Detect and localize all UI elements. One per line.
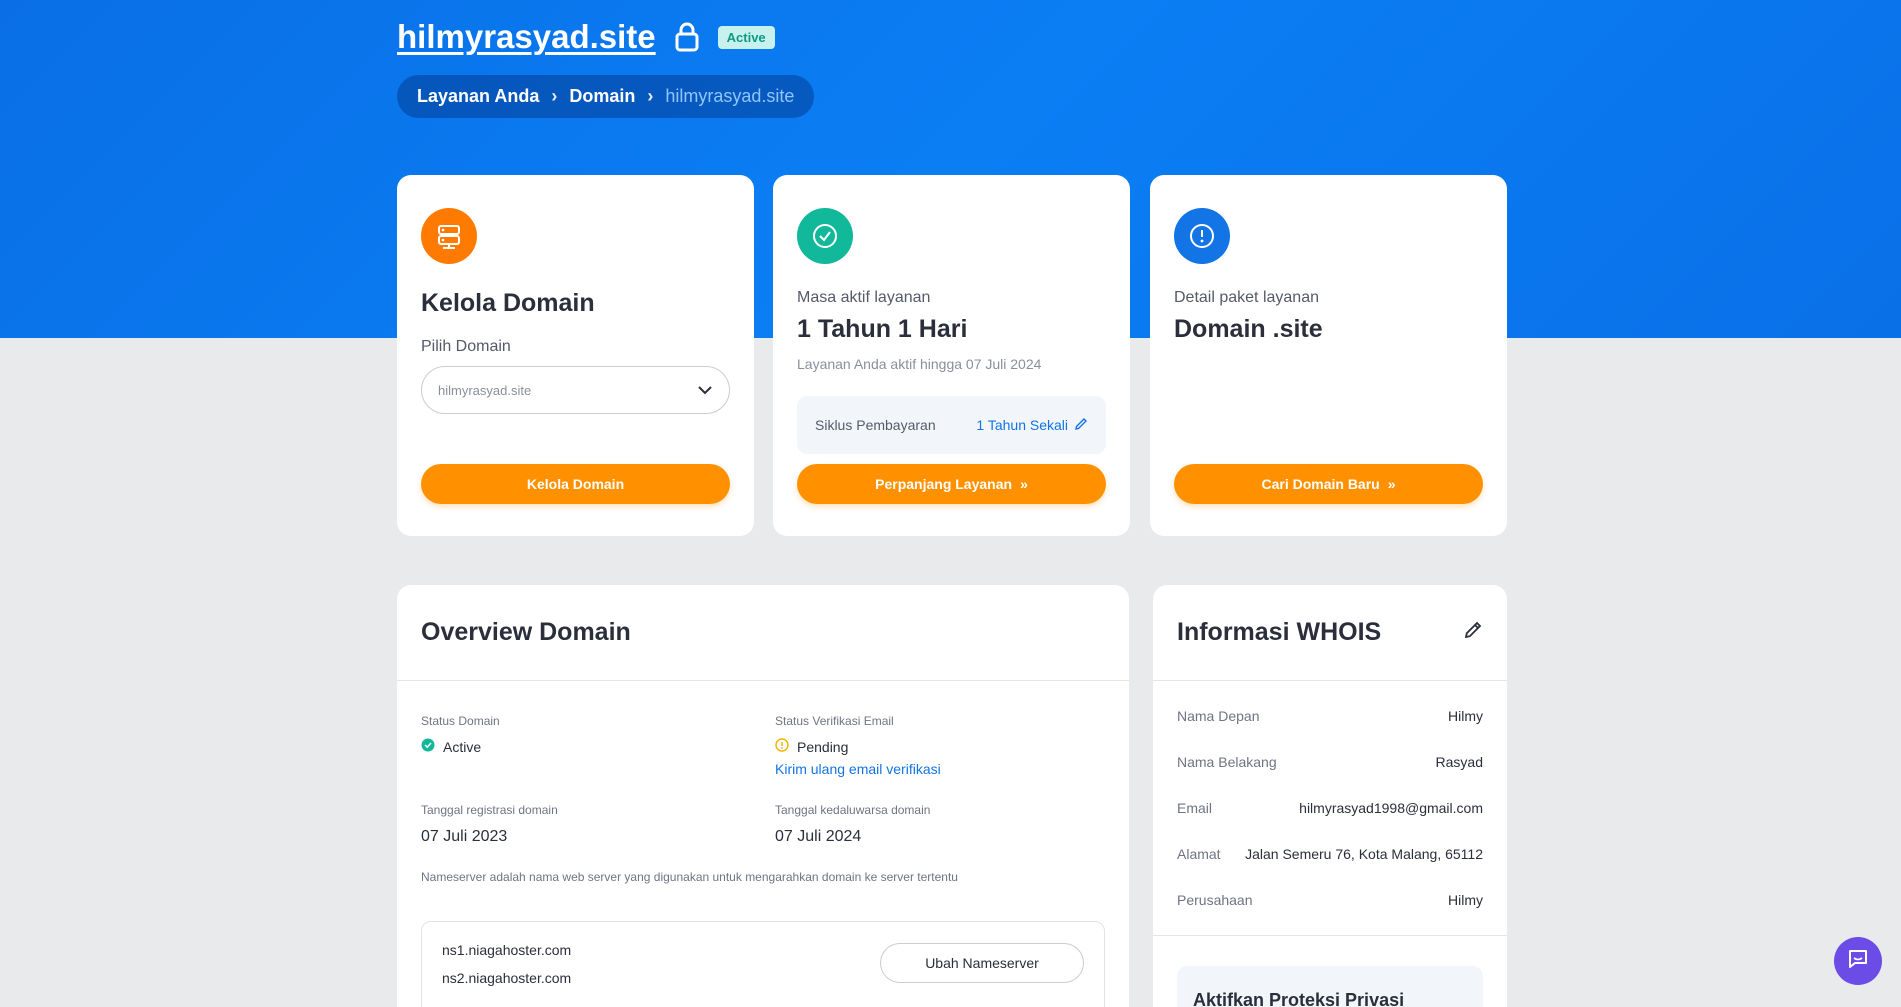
whois-title: Informasi WHOIS	[1177, 618, 1382, 646]
email-status-label: Status Verifikasi Email	[775, 714, 894, 728]
chevron-right-icon: ›	[647, 86, 654, 106]
registration-date: Tanggal registrasi domain 07 Juli 2023	[421, 803, 761, 846]
billing-cycle-label: Siklus Pembayaran	[815, 417, 936, 433]
whois-label: Perusahaan	[1177, 892, 1253, 908]
double-chevron-right-icon: »	[1020, 476, 1028, 492]
billing-cycle-box: Siklus Pembayaran 1 Tahun Sekali	[797, 396, 1106, 454]
package-label: Detail paket layanan	[1174, 289, 1319, 306]
registration-date-value: 07 Juli 2023	[421, 828, 508, 845]
expiration-date: Tanggal kedaluwarsa domain 07 Juli 2024	[775, 803, 1115, 846]
breadcrumb-item-domain[interactable]: Domain	[569, 86, 635, 107]
whois-card: Informasi WHOIS Nama Depan Hilmy Nama Be…	[1153, 585, 1507, 1007]
domain-select-value: hilmyrasyad.site	[438, 382, 532, 398]
breadcrumb-item-current: hilmyrasyad.site	[665, 86, 795, 106]
server-icon	[421, 208, 477, 264]
email-verification-status: Status Verifikasi Email Pending Kirim ul…	[775, 714, 1115, 777]
chat-icon	[1846, 947, 1870, 976]
billing-cycle-value: 1 Tahun Sekali	[976, 417, 1068, 433]
overview-domain-card: Overview Domain Status Domain Active Sta…	[397, 585, 1129, 1007]
active-period-note: Layanan Anda aktif hingga 07 Juli 2024	[797, 356, 1042, 372]
find-new-domain-button-label: Cari Domain Baru	[1261, 476, 1380, 492]
manage-domain-button[interactable]: Kelola Domain	[421, 464, 730, 504]
privacy-protection-title: Aktifkan Proteksi Privasi	[1193, 990, 1405, 1007]
nameserver-box: ns1.niagahoster.com ns2.niagahoster.com …	[421, 921, 1105, 1007]
status-badge: Active	[717, 25, 775, 49]
lock-icon	[674, 22, 700, 52]
site-title[interactable]: hilmyrasyad.site	[397, 18, 656, 56]
domain-status: Status Domain Active	[421, 714, 761, 755]
package-value: Domain .site	[1174, 315, 1323, 343]
overview-title: Overview Domain	[397, 585, 1129, 681]
title-row: hilmyrasyad.site Active	[397, 18, 775, 56]
pencil-icon[interactable]	[1463, 618, 1483, 647]
find-new-domain-button[interactable]: Cari Domain Baru »	[1174, 464, 1483, 504]
active-period-label: Masa aktif layanan	[797, 289, 931, 306]
domain-status-label: Status Domain	[421, 714, 500, 728]
manage-domain-button-label: Kelola Domain	[526, 476, 625, 492]
expiration-date-label: Tanggal kedaluwarsa domain	[775, 803, 931, 817]
whois-value: Hilmy	[1448, 708, 1483, 724]
chevron-down-icon	[697, 383, 713, 398]
billing-cycle-edit[interactable]: 1 Tahun Sekali	[976, 417, 1088, 434]
whois-value: Rasyad	[1435, 754, 1483, 770]
whois-rows: Nama Depan Hilmy Nama Belakang Rasyad Em…	[1153, 681, 1507, 936]
email-status-row: Pending	[775, 738, 1115, 755]
whois-row-address: Alamat Jalan Semeru 76, Kota Malang, 651…	[1177, 831, 1483, 877]
whois-row-last-name: Nama Belakang Rasyad	[1177, 739, 1483, 785]
domain-select[interactable]: hilmyrasyad.site	[421, 366, 730, 414]
whois-header: Informasi WHOIS	[1153, 585, 1507, 681]
check-circle-icon	[797, 208, 853, 264]
card-title: Kelola Domain	[421, 289, 595, 317]
select-label: Pilih Domain	[421, 338, 511, 355]
chevron-right-icon: ›	[551, 86, 558, 106]
whois-row-first-name: Nama Depan Hilmy	[1177, 693, 1483, 739]
renew-service-button-label: Perpanjang Layanan	[875, 476, 1013, 492]
whois-row-email: Email hilmyrasyad1998@gmail.com	[1177, 785, 1483, 831]
expiration-date-value: 07 Juli 2024	[775, 828, 862, 845]
pencil-icon	[1074, 417, 1088, 434]
resend-verification-link[interactable]: Kirim ulang email verifikasi	[775, 761, 1115, 777]
domain-status-value: Active	[443, 738, 482, 755]
active-period-card: Masa aktif layanan 1 Tahun 1 Hari Layana…	[773, 175, 1130, 536]
whois-row-company: Perusahaan Hilmy	[1177, 877, 1483, 923]
whois-label: Nama Belakang	[1177, 754, 1277, 770]
alert-circle-icon	[1174, 208, 1230, 264]
privacy-protection-box[interactable]: Aktifkan Proteksi Privasi	[1177, 966, 1483, 1007]
package-detail-card: Detail paket layanan Domain .site Cari D…	[1150, 175, 1507, 536]
registration-date-label: Tanggal registrasi domain	[421, 803, 558, 817]
warning-circle-icon	[775, 738, 789, 755]
breadcrumb: Layanan Anda › Domain › hilmyrasyad.site	[397, 75, 815, 118]
manage-domain-card: Kelola Domain Pilih Domain hilmyrasyad.s…	[397, 175, 754, 536]
whois-value: hilmyrasyad1998@gmail.com	[1299, 800, 1483, 816]
whois-label: Nama Depan	[1177, 708, 1260, 724]
renew-service-button[interactable]: Perpanjang Layanan »	[797, 464, 1106, 504]
active-period-value: 1 Tahun 1 Hari	[797, 315, 968, 343]
check-circle-icon	[421, 738, 435, 755]
chat-launcher-button[interactable]	[1834, 937, 1882, 985]
double-chevron-right-icon: »	[1387, 476, 1396, 492]
nameserver-note: Nameserver adalah nama web server yang d…	[421, 870, 958, 884]
email-status-value: Pending	[797, 738, 849, 755]
whois-label: Email	[1177, 800, 1213, 816]
domain-status-row: Active	[421, 738, 761, 755]
whois-value: Jalan Semeru 76, Kota Malang, 65112	[1245, 846, 1483, 862]
breadcrumb-item-services[interactable]: Layanan Anda	[417, 86, 539, 107]
change-nameserver-button[interactable]: Ubah Nameserver	[880, 943, 1084, 983]
whois-value: Hilmy	[1448, 892, 1483, 908]
whois-label: Alamat	[1177, 846, 1221, 862]
